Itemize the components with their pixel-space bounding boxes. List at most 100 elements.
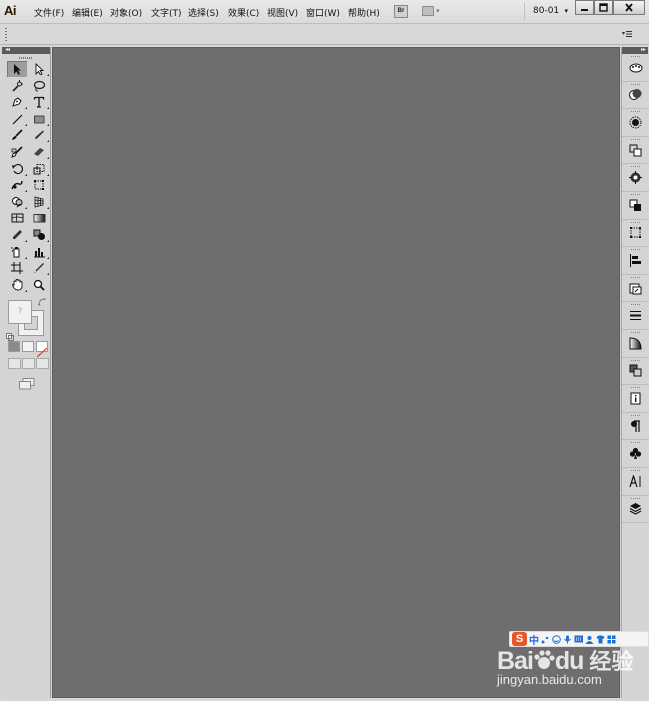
brushes-icon[interactable]: [622, 164, 649, 192]
fill-swatch[interactable]: ?: [8, 300, 32, 325]
arrange-documents-icon[interactable]: ▾: [422, 5, 442, 18]
menu-view[interactable]: 视图(V): [267, 6, 298, 19]
bridge-icon[interactable]: Br: [394, 5, 408, 18]
zoom-tool-icon[interactable]: [29, 277, 49, 293]
chevron-down-icon: ▾: [564, 7, 568, 15]
draw-normal-icon[interactable]: [8, 358, 21, 370]
baidu-jingyan-watermark: Bai du 经验: [497, 644, 637, 675]
workspace-name: 80-01: [533, 6, 560, 16]
artboards-icon[interactable]: [622, 275, 649, 303]
hand-tool-icon[interactable]: [7, 277, 27, 293]
draw-behind-icon[interactable]: [22, 358, 35, 370]
perspective-grid-tool-icon[interactable]: [29, 194, 49, 210]
scale-tool-icon[interactable]: [29, 161, 49, 177]
appearance-icon[interactable]: [622, 109, 649, 137]
layers-icon[interactable]: [622, 496, 649, 524]
punctuation-icon: [541, 635, 550, 644]
blob-brush-tool-icon[interactable]: [7, 144, 27, 160]
color-mode-buttons: [2, 341, 50, 358]
pen-tool-icon[interactable]: [7, 94, 27, 110]
symbol-sprayer-tool-icon[interactable]: [7, 244, 27, 260]
user-icon: [585, 635, 594, 644]
dock-icons: [622, 54, 649, 524]
paintbrush-tool-icon[interactable]: [7, 127, 27, 143]
transform-icon[interactable]: [622, 137, 649, 165]
none-icon[interactable]: [36, 341, 48, 358]
control-panel-menu-icon[interactable]: [622, 30, 632, 40]
paragraph-icon[interactable]: [622, 413, 649, 441]
document-info-icon[interactable]: [622, 385, 649, 413]
control-bar: [0, 25, 649, 45]
maximize-icon[interactable]: [594, 0, 613, 15]
lasso-tool-icon[interactable]: [29, 78, 49, 94]
line-segment-tool-icon[interactable]: [7, 111, 27, 127]
control-bar-grip[interactable]: [5, 28, 7, 42]
menu-bar: Ai 文件(F) 编辑(E) 对象(O) 文字(T) 选择(S) 效果(C) 视…: [0, 0, 649, 24]
blend-tool-icon[interactable]: [29, 227, 49, 243]
type-tool-icon[interactable]: [29, 94, 49, 110]
artboard-tool-icon[interactable]: [7, 260, 27, 276]
transform-bounds-icon[interactable]: [622, 220, 649, 248]
menu-edit[interactable]: 编辑(E): [72, 6, 103, 19]
gradient-tool-icon[interactable]: [29, 210, 49, 226]
menu-file[interactable]: 文件(F): [34, 6, 64, 19]
baidu-logo-text-b: du: [554, 647, 585, 675]
menu-effect[interactable]: 效果(C): [228, 6, 259, 19]
column-graph-tool-icon[interactable]: [29, 244, 49, 260]
color-icon[interactable]: [8, 341, 20, 353]
tools-panel-header[interactable]: ◂◂: [2, 46, 50, 54]
pathfinder-icon[interactable]: [622, 192, 649, 220]
tool-grid: [2, 61, 50, 293]
skin-icon: [596, 635, 605, 644]
baidu-paw-icon: [533, 649, 555, 671]
expand-arrows-icon[interactable]: ▸▸: [641, 46, 646, 53]
character-icon[interactable]: [622, 468, 649, 496]
watermark-url: jingyan.baidu.com: [497, 672, 602, 687]
tools-panel-grip[interactable]: [19, 57, 33, 59]
mesh-tool-icon[interactable]: [7, 210, 27, 226]
pencil-tool-icon[interactable]: [29, 127, 49, 143]
dock-header[interactable]: ▸▸: [622, 46, 648, 54]
swap-fill-stroke-icon[interactable]: [38, 298, 47, 308]
keyboard-icon: [574, 635, 583, 644]
menu-object[interactable]: 对象(O): [110, 6, 142, 19]
warp-tool-icon[interactable]: [7, 177, 27, 193]
direct-selection-tool-icon[interactable]: [29, 61, 49, 77]
menu-help[interactable]: 帮助(H): [348, 6, 380, 19]
magic-wand-tool-icon[interactable]: [7, 78, 27, 94]
align-icon[interactable]: [622, 247, 649, 275]
slice-tool-icon[interactable]: [29, 260, 49, 276]
color-icon[interactable]: [622, 82, 649, 110]
app-logo-icon: Ai: [4, 3, 17, 18]
gradient-mode-icon[interactable]: [22, 341, 34, 353]
minimize-icon[interactable]: [575, 0, 594, 15]
fill-stroke-widget: ?: [6, 298, 48, 342]
workspace-switcher[interactable]: 80-01 ▾: [524, 3, 574, 20]
symbols-icon[interactable]: [622, 440, 649, 468]
menu-select[interactable]: 选择(S): [188, 6, 219, 19]
color-guide-icon[interactable]: [622, 54, 649, 82]
menu-type[interactable]: 文字(T): [151, 6, 182, 19]
tools-panel: ◂◂ ?: [2, 46, 51, 698]
transparency-icon[interactable]: [622, 358, 649, 386]
draw-inside-icon[interactable]: [36, 358, 49, 370]
menu-window[interactable]: 窗口(W): [306, 6, 340, 19]
eraser-tool-icon[interactable]: [29, 144, 49, 160]
rectangle-tool-icon[interactable]: [29, 111, 49, 127]
gradient-icon[interactable]: [622, 330, 649, 358]
close-icon[interactable]: [613, 0, 645, 15]
screen-mode-icon[interactable]: [19, 375, 35, 390]
selection-tool-icon[interactable]: [7, 61, 27, 77]
window-controls: [575, 0, 645, 15]
rotate-tool-icon[interactable]: [7, 161, 27, 177]
default-fill-stroke-icon[interactable]: [6, 326, 14, 342]
free-transform-tool-icon[interactable]: [29, 177, 49, 193]
collapse-arrows-icon[interactable]: ◂◂: [5, 46, 10, 53]
emoji-icon: [552, 634, 561, 644]
shape-builder-tool-icon[interactable]: [7, 194, 27, 210]
eyedropper-tool-icon[interactable]: [7, 227, 27, 243]
document-canvas[interactable]: [52, 47, 620, 698]
microphone-icon: [563, 635, 572, 644]
panel-dock: ▸▸: [621, 46, 649, 698]
stroke-icon[interactable]: [622, 302, 649, 330]
